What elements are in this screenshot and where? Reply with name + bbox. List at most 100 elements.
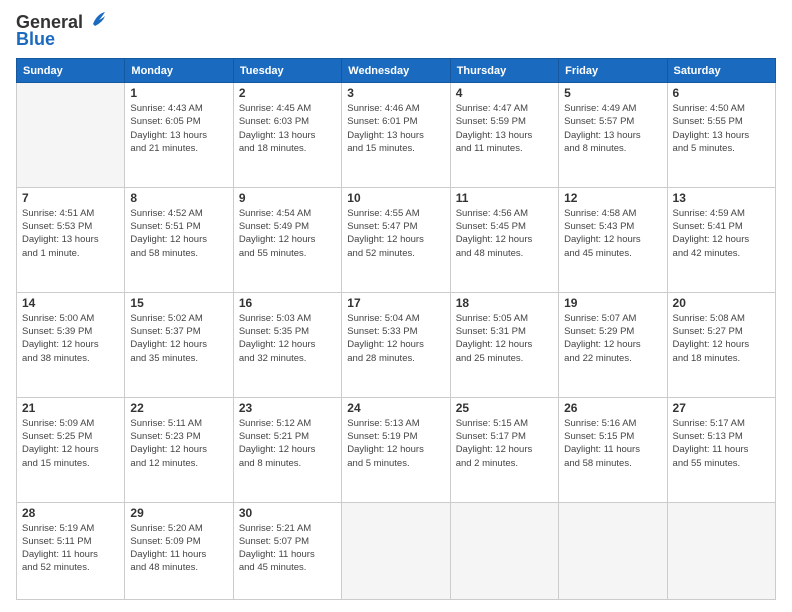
calendar-day-cell: 14 Sunrise: 5:00 AM Sunset: 5:39 PM Dayli… [17, 292, 125, 397]
calendar-week-row: 1 Sunrise: 4:43 AM Sunset: 6:05 PM Daylig… [17, 83, 776, 188]
calendar-day-cell [342, 502, 450, 600]
day-info: Sunrise: 5:13 AM Sunset: 5:19 PM Dayligh… [347, 417, 444, 470]
calendar-day-cell [450, 502, 558, 600]
day-info: Sunrise: 4:52 AM Sunset: 5:51 PM Dayligh… [130, 207, 227, 260]
day-info: Sunrise: 5:11 AM Sunset: 5:23 PM Dayligh… [130, 417, 227, 470]
calendar-day-cell: 9 Sunrise: 4:54 AM Sunset: 5:49 PM Daylig… [233, 187, 341, 292]
day-info: Sunrise: 4:49 AM Sunset: 5:57 PM Dayligh… [564, 102, 661, 155]
day-number: 7 [22, 191, 119, 205]
calendar-day-cell: 10 Sunrise: 4:55 AM Sunset: 5:47 PM Dayli… [342, 187, 450, 292]
calendar-day-cell: 1 Sunrise: 4:43 AM Sunset: 6:05 PM Daylig… [125, 83, 233, 188]
day-number: 29 [130, 506, 227, 520]
calendar-day-cell: 25 Sunrise: 5:15 AM Sunset: 5:17 PM Dayli… [450, 397, 558, 502]
calendar-day-cell: 29 Sunrise: 5:20 AM Sunset: 5:09 PM Dayli… [125, 502, 233, 600]
calendar-day-cell: 18Sunrise: 5:05 AM Sunset: 5:31 PM Dayli… [450, 292, 558, 397]
day-info: Sunrise: 5:16 AM Sunset: 5:15 PM Dayligh… [564, 417, 661, 470]
page: General Blue SundayMondayTuesdayWednesda… [0, 0, 792, 612]
day-number: 1 [130, 86, 227, 100]
day-number: 8 [130, 191, 227, 205]
day-number: 14 [22, 296, 119, 310]
day-number: 13 [673, 191, 770, 205]
day-info: Sunrise: 4:43 AM Sunset: 6:05 PM Dayligh… [130, 102, 227, 155]
day-info: Sunrise: 5:21 AM Sunset: 5:07 PM Dayligh… [239, 522, 336, 575]
day-number: 9 [239, 191, 336, 205]
day-number: 2 [239, 86, 336, 100]
day-number: 3 [347, 86, 444, 100]
day-info: Sunrise: 5:03 AM Sunset: 5:35 PM Dayligh… [239, 312, 336, 365]
day-number: 23 [239, 401, 336, 415]
day-info: Sunrise: 4:47 AM Sunset: 5:59 PM Dayligh… [456, 102, 553, 155]
calendar-day-header: Tuesday [233, 59, 341, 83]
day-info: Sunrise: 5:04 AM Sunset: 5:33 PM Dayligh… [347, 312, 444, 365]
calendar-day-cell: 15 Sunrise: 5:02 AM Sunset: 5:37 PM Dayli… [125, 292, 233, 397]
calendar-day-header: Sunday [17, 59, 125, 83]
calendar-week-row: 21Sunrise: 5:09 AM Sunset: 5:25 PM Dayli… [17, 397, 776, 502]
calendar-day-cell: 27 Sunrise: 5:17 AM Sunset: 5:13 PM Dayli… [667, 397, 775, 502]
calendar-day-cell: 22 Sunrise: 5:11 AM Sunset: 5:23 PM Dayli… [125, 397, 233, 502]
day-number: 15 [130, 296, 227, 310]
day-number: 30 [239, 506, 336, 520]
day-number: 16 [239, 296, 336, 310]
day-number: 20 [673, 296, 770, 310]
calendar-day-cell: 24 Sunrise: 5:13 AM Sunset: 5:19 PM Dayli… [342, 397, 450, 502]
calendar-table: SundayMondayTuesdayWednesdayThursdayFrid… [16, 58, 776, 600]
calendar-day-header: Wednesday [342, 59, 450, 83]
day-number: 26 [564, 401, 661, 415]
calendar-day-cell: 3Sunrise: 4:46 AM Sunset: 6:01 PM Daylig… [342, 83, 450, 188]
calendar-day-cell [667, 502, 775, 600]
calendar-day-cell: 6 Sunrise: 4:50 AM Sunset: 5:55 PM Daylig… [667, 83, 775, 188]
calendar-day-cell: 19Sunrise: 5:07 AM Sunset: 5:29 PM Dayli… [559, 292, 667, 397]
day-number: 11 [456, 191, 553, 205]
calendar-day-header: Saturday [667, 59, 775, 83]
day-info: Sunrise: 5:07 AM Sunset: 5:29 PM Dayligh… [564, 312, 661, 365]
day-info: Sunrise: 5:20 AM Sunset: 5:09 PM Dayligh… [130, 522, 227, 575]
day-number: 10 [347, 191, 444, 205]
calendar-day-cell: 30 Sunrise: 5:21 AM Sunset: 5:07 PM Dayli… [233, 502, 341, 600]
day-info: Sunrise: 4:55 AM Sunset: 5:47 PM Dayligh… [347, 207, 444, 260]
calendar-day-cell: 13Sunrise: 4:59 AM Sunset: 5:41 PM Dayli… [667, 187, 775, 292]
day-info: Sunrise: 4:51 AM Sunset: 5:53 PM Dayligh… [22, 207, 119, 260]
day-info: Sunrise: 5:00 AM Sunset: 5:39 PM Dayligh… [22, 312, 119, 365]
calendar-header-row: SundayMondayTuesdayWednesdayThursdayFrid… [17, 59, 776, 83]
day-number: 27 [673, 401, 770, 415]
header: General Blue [16, 12, 776, 50]
day-number: 24 [347, 401, 444, 415]
day-number: 5 [564, 86, 661, 100]
calendar-week-row: 7 Sunrise: 4:51 AM Sunset: 5:53 PM Daylig… [17, 187, 776, 292]
calendar-day-cell: 16 Sunrise: 5:03 AM Sunset: 5:35 PM Dayli… [233, 292, 341, 397]
day-info: Sunrise: 5:05 AM Sunset: 5:31 PM Dayligh… [456, 312, 553, 365]
calendar-week-row: 28 Sunrise: 5:19 AM Sunset: 5:11 PM Dayli… [17, 502, 776, 600]
day-info: Sunrise: 5:02 AM Sunset: 5:37 PM Dayligh… [130, 312, 227, 365]
day-info: Sunrise: 5:15 AM Sunset: 5:17 PM Dayligh… [456, 417, 553, 470]
day-info: Sunrise: 5:12 AM Sunset: 5:21 PM Dayligh… [239, 417, 336, 470]
calendar-day-cell: 26 Sunrise: 5:16 AM Sunset: 5:15 PM Dayli… [559, 397, 667, 502]
day-number: 6 [673, 86, 770, 100]
calendar-day-cell: 20 Sunrise: 5:08 AM Sunset: 5:27 PM Dayli… [667, 292, 775, 397]
logo-blue: Blue [16, 29, 55, 50]
day-info: Sunrise: 5:19 AM Sunset: 5:11 PM Dayligh… [22, 522, 119, 575]
day-info: Sunrise: 5:17 AM Sunset: 5:13 PM Dayligh… [673, 417, 770, 470]
day-info: Sunrise: 4:50 AM Sunset: 5:55 PM Dayligh… [673, 102, 770, 155]
day-info: Sunrise: 4:54 AM Sunset: 5:49 PM Dayligh… [239, 207, 336, 260]
calendar-day-cell: 23 Sunrise: 5:12 AM Sunset: 5:21 PM Dayli… [233, 397, 341, 502]
day-info: Sunrise: 4:58 AM Sunset: 5:43 PM Dayligh… [564, 207, 661, 260]
day-info: Sunrise: 5:08 AM Sunset: 5:27 PM Dayligh… [673, 312, 770, 365]
logo: General Blue [16, 12, 107, 50]
calendar-day-cell: 28 Sunrise: 5:19 AM Sunset: 5:11 PM Dayli… [17, 502, 125, 600]
logo-bird-icon [85, 10, 107, 32]
day-number: 12 [564, 191, 661, 205]
calendar-day-cell: 21Sunrise: 5:09 AM Sunset: 5:25 PM Dayli… [17, 397, 125, 502]
calendar-day-cell: 11Sunrise: 4:56 AM Sunset: 5:45 PM Dayli… [450, 187, 558, 292]
day-number: 4 [456, 86, 553, 100]
day-number: 25 [456, 401, 553, 415]
calendar-day-header: Friday [559, 59, 667, 83]
calendar-day-cell: 12 Sunrise: 4:58 AM Sunset: 5:43 PM Dayli… [559, 187, 667, 292]
calendar-day-cell: 4 Sunrise: 4:47 AM Sunset: 5:59 PM Daylig… [450, 83, 558, 188]
day-number: 17 [347, 296, 444, 310]
calendar-day-header: Thursday [450, 59, 558, 83]
calendar-day-cell: 17 Sunrise: 5:04 AM Sunset: 5:33 PM Dayli… [342, 292, 450, 397]
calendar-day-cell [17, 83, 125, 188]
day-number: 28 [22, 506, 119, 520]
day-number: 22 [130, 401, 227, 415]
day-info: Sunrise: 5:09 AM Sunset: 5:25 PM Dayligh… [22, 417, 119, 470]
